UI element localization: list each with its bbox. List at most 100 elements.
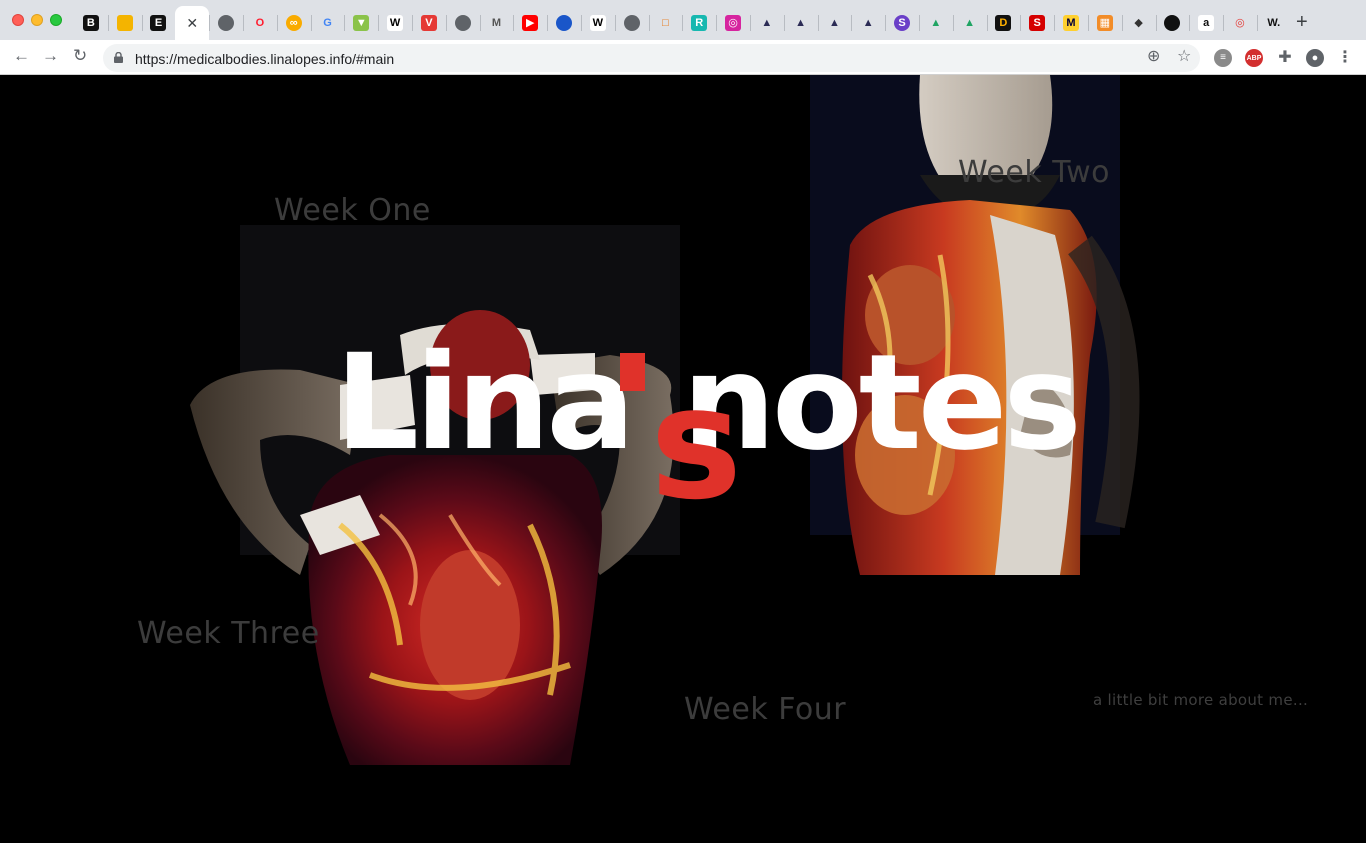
- tab-strip: B E ✕ O ∞ G ▼ W V M ▶ W □ R ◎ ▲ ▲ ▲ ▲ S ▲ ▲ D S M ▦ ◆ a ◎ W.: [74, 6, 1291, 40]
- miro-icon: M: [1063, 15, 1079, 31]
- address-bar[interactable]: https://medicalbodies.linalopes.info/#ma…: [103, 44, 1200, 72]
- browser-tab-bar: B E ✕ O ∞ G ▼ W V M ▶ W □ R ◎ ▲ ▲ ▲ ▲ S ▲ ▲ D S M ▦ ◆ a ◎ W. +: [0, 0, 1366, 40]
- browser-tab[interactable]: [445, 6, 480, 40]
- about-me-link[interactable]: a little bit more about me...: [1093, 691, 1308, 709]
- browser-tab[interactable]: M: [1054, 6, 1088, 40]
- wikipedia-icon: W: [387, 15, 404, 31]
- browser-tab[interactable]: ✕: [175, 6, 210, 40]
- week-four-link[interactable]: Week Four: [684, 692, 846, 727]
- browser-tab[interactable]: ◎: [716, 6, 750, 40]
- black-circle-icon: [1164, 15, 1181, 31]
- browser-tab[interactable]: G: [310, 6, 345, 40]
- instagram-icon: ◎: [725, 15, 742, 31]
- browser-tab[interactable]: M: [479, 6, 514, 40]
- add-icon[interactable]: ⊕: [1147, 49, 1160, 65]
- browser-tab[interactable]: [614, 6, 649, 40]
- title-apostrophe: [620, 353, 645, 391]
- e-icon: E: [150, 15, 167, 31]
- w-icon: W.: [1267, 16, 1281, 29]
- reload-icon[interactable]: ↻: [73, 47, 87, 64]
- browser-tab[interactable]: [547, 6, 581, 40]
- close-icon[interactable]: ✕: [186, 15, 198, 32]
- browser-tab[interactable]: ▲: [749, 6, 784, 40]
- youtube-icon: ▶: [522, 15, 539, 31]
- drive-icon: ▲: [930, 16, 942, 29]
- browser-tab[interactable]: ◆: [1121, 6, 1156, 40]
- browser-tab[interactable]: ▦: [1087, 6, 1122, 40]
- browser-tab[interactable]: O: [242, 6, 277, 40]
- browser-tab[interactable]: a: [1189, 6, 1223, 40]
- browser-tab[interactable]: W: [378, 6, 412, 40]
- browser-tab[interactable]: V: [411, 6, 446, 40]
- browser-tab[interactable]: [1155, 6, 1190, 40]
- browser-tab[interactable]: E: [141, 6, 176, 40]
- week-one-link[interactable]: Week One: [274, 193, 431, 228]
- browser-tab[interactable]: [107, 6, 142, 40]
- star-icon[interactable]: ☆: [1177, 49, 1191, 65]
- browser-tab[interactable]: ▼: [344, 6, 378, 40]
- extension-icon[interactable]: ≡: [1214, 49, 1232, 67]
- page-main: Week One Week Two Week Three Week Four a…: [0, 75, 1366, 843]
- drive-icon: ▲: [964, 16, 976, 29]
- google-icon: G: [323, 16, 332, 29]
- blue-circle-icon: [556, 15, 573, 31]
- site-title-lina: Lina: [335, 326, 635, 480]
- browser-tab[interactable]: S: [885, 6, 919, 40]
- browser-tab[interactable]: ▲: [851, 6, 885, 40]
- diamond-icon: ◆: [1134, 16, 1143, 29]
- back-arrow-icon[interactable]: ←: [13, 47, 30, 64]
- artstation-icon: ▲: [862, 16, 874, 29]
- lock-icon: [114, 52, 123, 63]
- adblock-icon[interactable]: ABP: [1245, 49, 1263, 67]
- window-zoom-button[interactable]: [50, 14, 62, 26]
- profile-icon[interactable]: ●: [1306, 49, 1324, 67]
- window-close-button[interactable]: [12, 14, 24, 26]
- new-tab-button[interactable]: +: [1296, 12, 1308, 32]
- medium-icon: M: [491, 16, 502, 29]
- browser-tab[interactable]: W.: [1256, 6, 1291, 40]
- slides-icon: [116, 15, 133, 31]
- window-minimize-button[interactable]: [31, 14, 43, 26]
- s-red-icon: S: [1029, 15, 1046, 31]
- browser-tab[interactable]: ▲: [783, 6, 818, 40]
- browser-tab[interactable]: D: [986, 6, 1021, 40]
- week-three-link[interactable]: Week Three: [137, 616, 320, 651]
- grid-icon: ▦: [1096, 15, 1113, 31]
- week-one-photo[interactable]: [150, 225, 710, 785]
- artstation-icon: ▲: [795, 16, 807, 29]
- browser-tab[interactable]: R: [682, 6, 716, 40]
- browser-tab[interactable]: ▲: [952, 6, 987, 40]
- globe-icon: [623, 15, 640, 31]
- browser-tab[interactable]: ▲: [817, 6, 852, 40]
- browser-tab[interactable]: S: [1020, 6, 1054, 40]
- browser-tab[interactable]: W: [580, 6, 615, 40]
- infinity-icon: ∞: [285, 15, 302, 31]
- vivaldi-icon: V: [420, 15, 437, 31]
- browser-tab[interactable]: ◎: [1223, 6, 1257, 40]
- b-icon: B: [82, 15, 99, 31]
- artstation-icon: ▲: [828, 16, 840, 29]
- forward-arrow-icon[interactable]: →: [42, 47, 59, 64]
- week-two-link[interactable]: Week Two: [958, 155, 1110, 190]
- opera-icon: O: [255, 16, 265, 29]
- s-circle-icon: S: [894, 15, 911, 31]
- browser-tab[interactable]: □: [648, 6, 683, 40]
- browser-tab[interactable]: ▲: [918, 6, 953, 40]
- target-icon: ◎: [1235, 16, 1245, 29]
- hype-icon: ▼: [353, 15, 370, 31]
- globe-icon: [218, 15, 235, 31]
- browser-tab[interactable]: ∞: [276, 6, 311, 40]
- amazon-icon: a: [1198, 15, 1215, 31]
- site-title-s: s: [650, 353, 743, 534]
- wikipedia-icon: W: [589, 15, 606, 31]
- puzzle-icon[interactable]: ✚: [1276, 49, 1294, 67]
- artstation-icon: ▲: [761, 16, 773, 29]
- browser-tab[interactable]: [209, 6, 243, 40]
- browser-tab[interactable]: ▶: [513, 6, 547, 40]
- d-icon: D: [995, 15, 1012, 31]
- menu-icon[interactable]: ⋮: [1336, 49, 1354, 67]
- r-icon: R: [691, 15, 708, 31]
- globe-icon: [454, 15, 471, 31]
- browser-tab[interactable]: B: [74, 6, 108, 40]
- book-icon: □: [662, 16, 669, 29]
